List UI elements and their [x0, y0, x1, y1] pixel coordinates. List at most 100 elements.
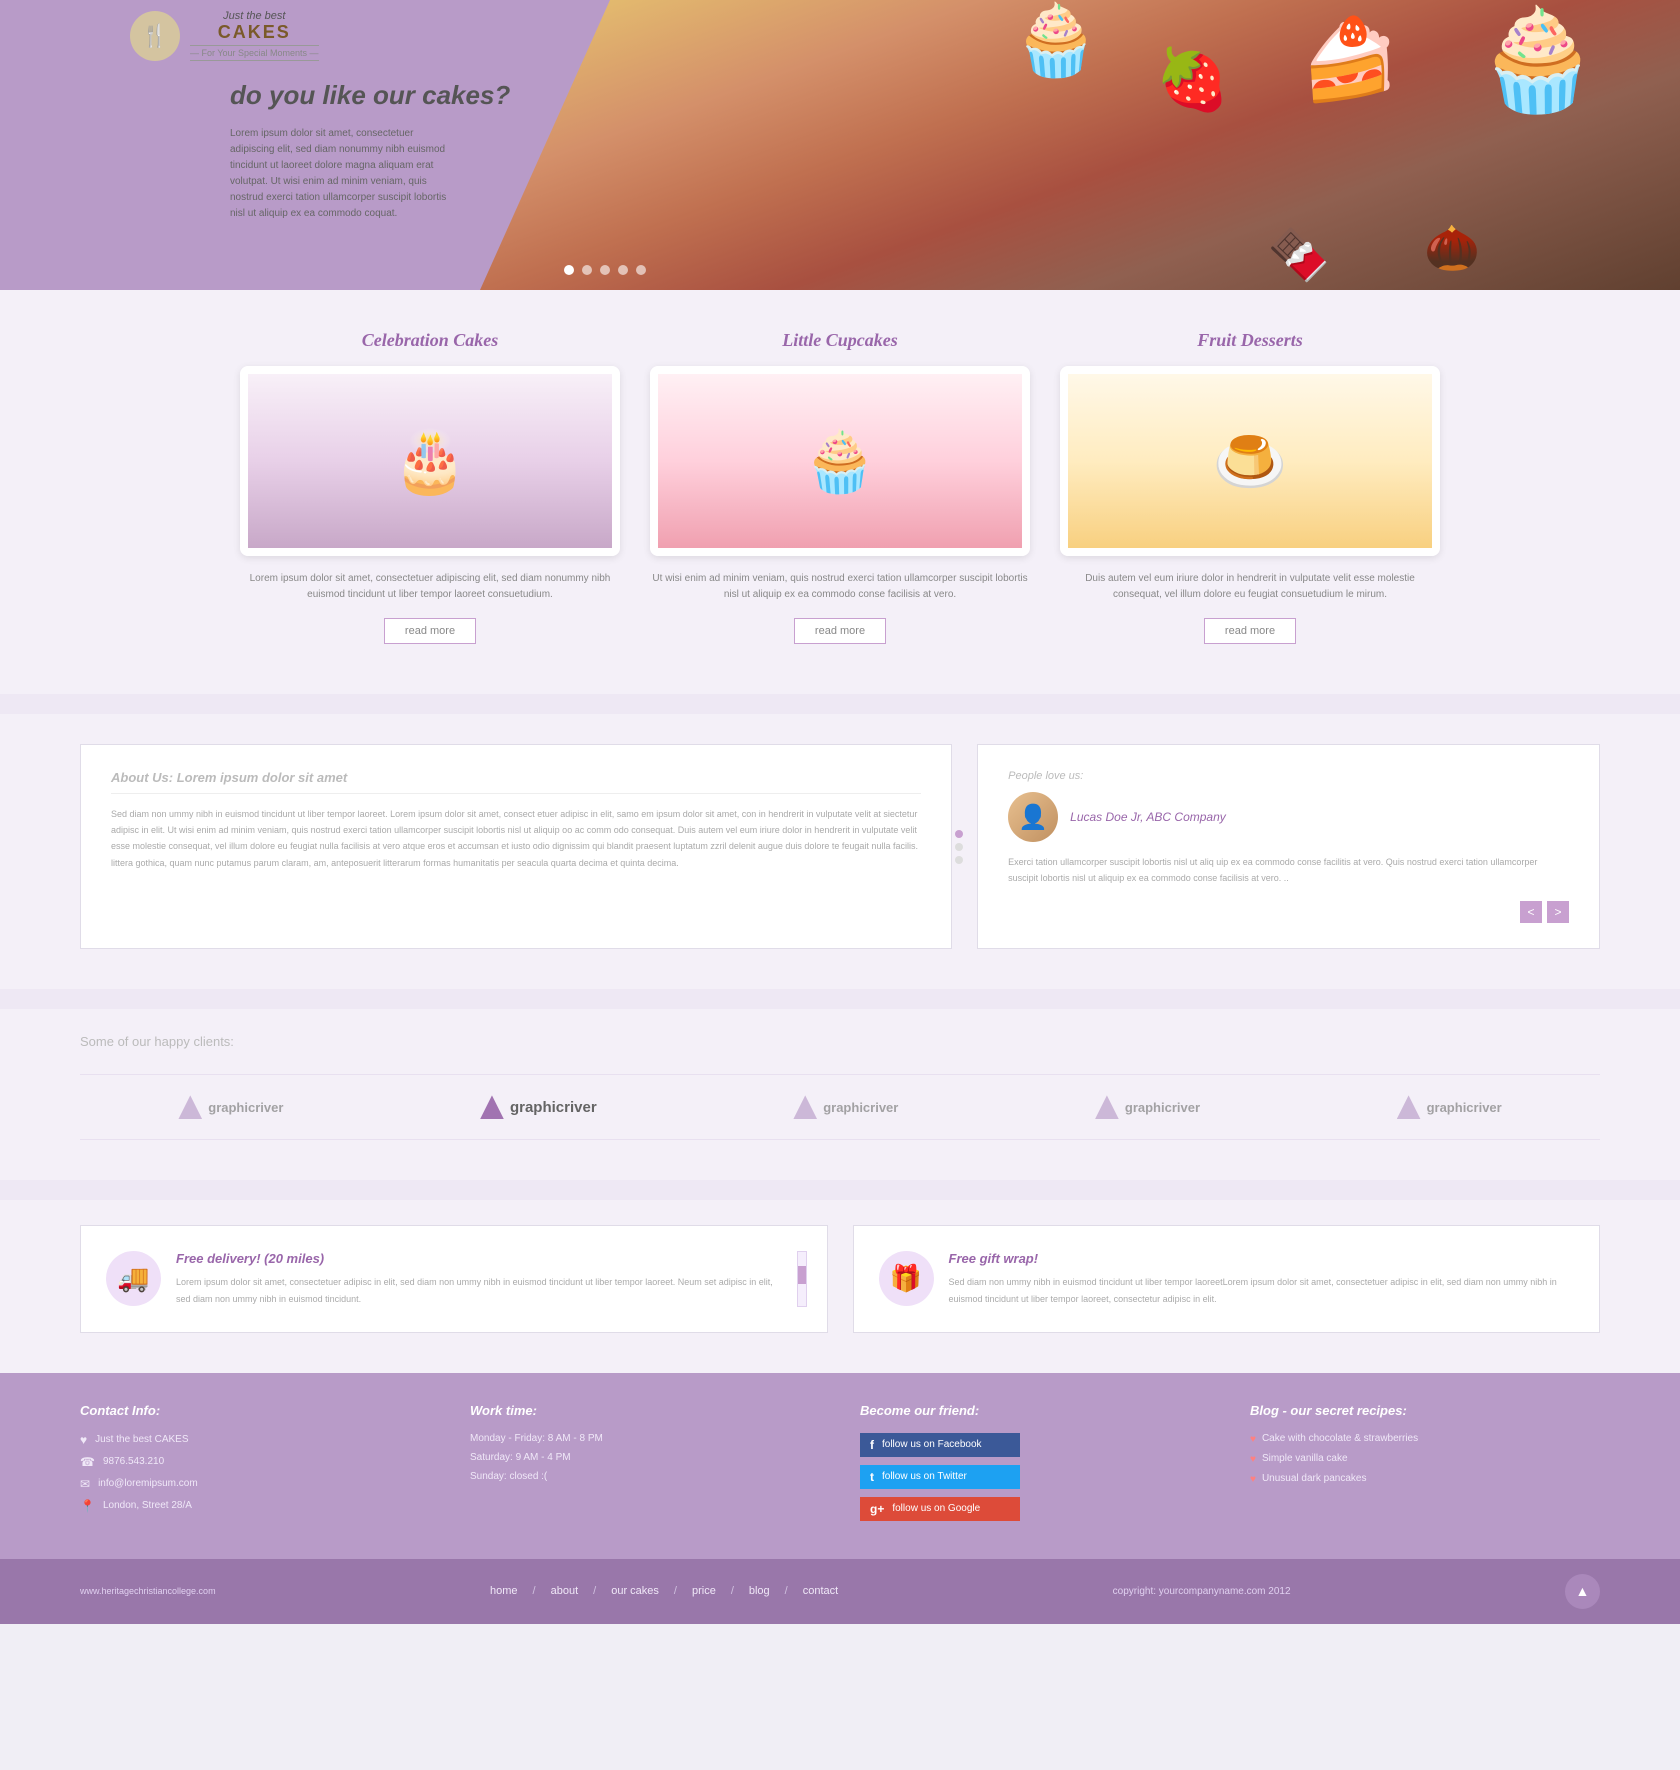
location-icon: 📍: [80, 1499, 95, 1513]
bottom-nav-links: home / about / our cakes / price / blog …: [490, 1585, 838, 1597]
delivery-scrollbar[interactable]: [797, 1251, 807, 1306]
footer-social: Become our friend: f follow us on Facebo…: [860, 1403, 1210, 1529]
hero-section: 🍴 Just the best CAKES — For Your Special…: [0, 0, 1680, 290]
bottom-nav-price[interactable]: price: [692, 1585, 716, 1597]
bottom-nav-contact[interactable]: contact: [803, 1585, 838, 1597]
bottom-nav-blog[interactable]: blog: [749, 1585, 770, 1597]
footer-blog-3: ♥ Unusual dark pancakes: [1250, 1473, 1600, 1485]
about-text: Sed diam non ummy nibh in euismod tincid…: [111, 806, 921, 871]
product-img-2: 🧁: [650, 366, 1030, 556]
clients-logos: graphicriver graphicriver graphicriver g…: [80, 1074, 1600, 1140]
footer-blog-2: ♥ Simple vanilla cake: [1250, 1453, 1600, 1465]
hero-dots: [564, 265, 646, 275]
gift-box: 🎁 Free gift wrap! Sed diam non ummy nibh…: [853, 1225, 1601, 1332]
client-logo-4: graphicriver: [1095, 1095, 1200, 1119]
about-box: About Us: Lorem ipsum dolor sit amet Sed…: [80, 744, 952, 949]
gift-content: Free gift wrap! Sed diam non ummy nibh i…: [949, 1251, 1580, 1306]
side-dots: [955, 830, 963, 864]
testimonial-prev[interactable]: <: [1520, 901, 1542, 923]
bottom-nav-home[interactable]: home: [490, 1585, 518, 1597]
delivery-grid: 🚚 Free delivery! (20 miles) Lorem ipsum …: [80, 1225, 1600, 1332]
blog-link-3[interactable]: Unusual dark pancakes: [1262, 1473, 1367, 1484]
back-to-top[interactable]: ▲: [1565, 1574, 1600, 1609]
product-title-3: Fruit Desserts: [1060, 330, 1440, 351]
products-grid: Celebration Cakes 🎂 Lorem ipsum dolor si…: [80, 330, 1600, 644]
footer-contact-4: 📍 London, Street 28/A: [80, 1499, 430, 1513]
product-text-2: Ut wisi enim ad minim veniam, quis nostr…: [650, 571, 1030, 603]
client-logo-icon-4: [1095, 1095, 1119, 1119]
delivery-box: 🚚 Free delivery! (20 miles) Lorem ipsum …: [80, 1225, 828, 1332]
heart-icon: ♥: [80, 1433, 87, 1447]
hero-text: Lorem ipsum dolor sit amet, consectetuer…: [230, 126, 450, 222]
facebook-button[interactable]: f follow us on Facebook: [860, 1433, 1020, 1457]
product-fruit: Fruit Desserts 🍮 Duis autem vel eum iriu…: [1060, 330, 1440, 644]
footer-blog-title: Blog - our secret recipes:: [1250, 1403, 1600, 1418]
copyright: copyright: yourcompanyname.com 2012: [1113, 1586, 1291, 1597]
blog-heart-1: ♥: [1250, 1434, 1256, 1445]
product-title-2: Little Cupcakes: [650, 330, 1030, 351]
product-title-1: Celebration Cakes: [240, 330, 620, 351]
read-more-3[interactable]: read more: [1204, 618, 1296, 644]
footer-contact-1: ♥ Just the best CAKES: [80, 1433, 430, 1447]
footer-contact-3: ✉ info@loremipsum.com: [80, 1477, 430, 1491]
footer-worktime: Work time: Monday - Friday: 8 AM - 8 PM …: [470, 1403, 820, 1529]
twitter-button[interactable]: t follow us on Twitter: [860, 1465, 1020, 1489]
client-logo-3: graphicriver: [793, 1095, 898, 1119]
clients-title: Some of our happy clients:: [80, 1034, 1600, 1049]
footer-work-3: Sunday: closed :(: [470, 1471, 820, 1482]
bottom-nav-our-cakes[interactable]: our cakes: [611, 1585, 659, 1597]
testimonial-label: People love us:: [1008, 770, 1569, 782]
testimonial-box: People love us: 👤 Lucas Doe Jr, ABC Comp…: [977, 744, 1600, 949]
gift-title: Free gift wrap!: [949, 1251, 1580, 1266]
blog-link-2[interactable]: Simple vanilla cake: [1262, 1453, 1348, 1464]
client-logo-1: graphicriver: [178, 1095, 283, 1119]
google-button[interactable]: g+ follow us on Google: [860, 1497, 1020, 1521]
bottom-nav-about[interactable]: about: [551, 1585, 579, 1597]
twitter-label: follow us on Twitter: [882, 1471, 967, 1482]
product-cupcakes: Little Cupcakes 🧁 Ut wisi enim ad minim …: [650, 330, 1030, 644]
testimonial-avatar: 👤: [1008, 792, 1058, 842]
blog-heart-3: ♥: [1250, 1474, 1256, 1485]
product-text-3: Duis autem vel eum iriure dolor in hendr…: [1060, 571, 1440, 603]
hero-image: 🧁 🍰 🍓 🧁 🍫 🌰: [480, 0, 1680, 290]
client-logo-icon-3: [793, 1095, 817, 1119]
footer-contact-2: ☎ 9876.543.210: [80, 1455, 430, 1469]
blog-link-1[interactable]: Cake with chocolate & strawberries: [1262, 1433, 1418, 1444]
facebook-icon: f: [870, 1438, 874, 1452]
clients-section: Some of our happy clients: graphicriver …: [0, 1009, 1680, 1180]
footer-blog: Blog - our secret recipes: ♥ Cake with c…: [1250, 1403, 1600, 1529]
gift-icon: 🎁: [879, 1251, 934, 1306]
about-grid: About Us: Lorem ipsum dolor sit amet Sed…: [80, 744, 1600, 949]
facebook-label: follow us on Facebook: [882, 1439, 982, 1450]
footer-work-1: Monday - Friday: 8 AM - 8 PM: [470, 1433, 820, 1444]
client-logo-icon-2: [480, 1095, 504, 1119]
delivery-icon: 🚚: [106, 1251, 161, 1306]
read-more-1[interactable]: read more: [384, 618, 476, 644]
delivery-text: Lorem ipsum dolor sit amet, consectetuer…: [176, 1274, 782, 1306]
product-celebration: Celebration Cakes 🎂 Lorem ipsum dolor si…: [240, 330, 620, 644]
google-label: follow us on Google: [892, 1503, 980, 1514]
footer-contact: Contact Info: ♥ Just the best CAKES ☎ 98…: [80, 1403, 430, 1529]
product-text-1: Lorem ipsum dolor sit amet, consectetuer…: [240, 571, 620, 603]
twitter-icon: t: [870, 1470, 874, 1484]
footer-grid: Contact Info: ♥ Just the best CAKES ☎ 98…: [80, 1403, 1600, 1529]
footer-blog-1: ♥ Cake with chocolate & strawberries: [1250, 1433, 1600, 1445]
client-logo-icon-5: [1397, 1095, 1421, 1119]
delivery-scrollbar-thumb: [798, 1266, 806, 1285]
client-logo-2[interactable]: graphicriver: [480, 1095, 597, 1119]
read-more-2[interactable]: read more: [794, 618, 886, 644]
product-img-3: 🍮: [1060, 366, 1440, 556]
hero-title: do you like our cakes?: [230, 80, 510, 111]
about-section: About Us: Lorem ipsum dolor sit amet Sed…: [0, 714, 1680, 989]
testimonial-next[interactable]: >: [1547, 901, 1569, 923]
client-logo-5: graphicriver: [1397, 1095, 1502, 1119]
testimonial-text: Exerci tation ullamcorper suscipit lobor…: [1008, 854, 1569, 886]
testimonial-nav: < >: [1008, 901, 1569, 923]
footer-work-2: Saturday: 9 AM - 4 PM: [470, 1452, 820, 1463]
bottom-nav: www.heritagechristiancollege.com home / …: [0, 1559, 1680, 1624]
blog-heart-2: ♥: [1250, 1454, 1256, 1465]
delivery-content: Free delivery! (20 miles) Lorem ipsum do…: [176, 1251, 782, 1306]
site-url: www.heritagechristiancollege.com: [80, 1586, 216, 1596]
delivery-section: 🚚 Free delivery! (20 miles) Lorem ipsum …: [0, 1200, 1680, 1372]
about-title: About Us: Lorem ipsum dolor sit amet: [111, 770, 921, 794]
